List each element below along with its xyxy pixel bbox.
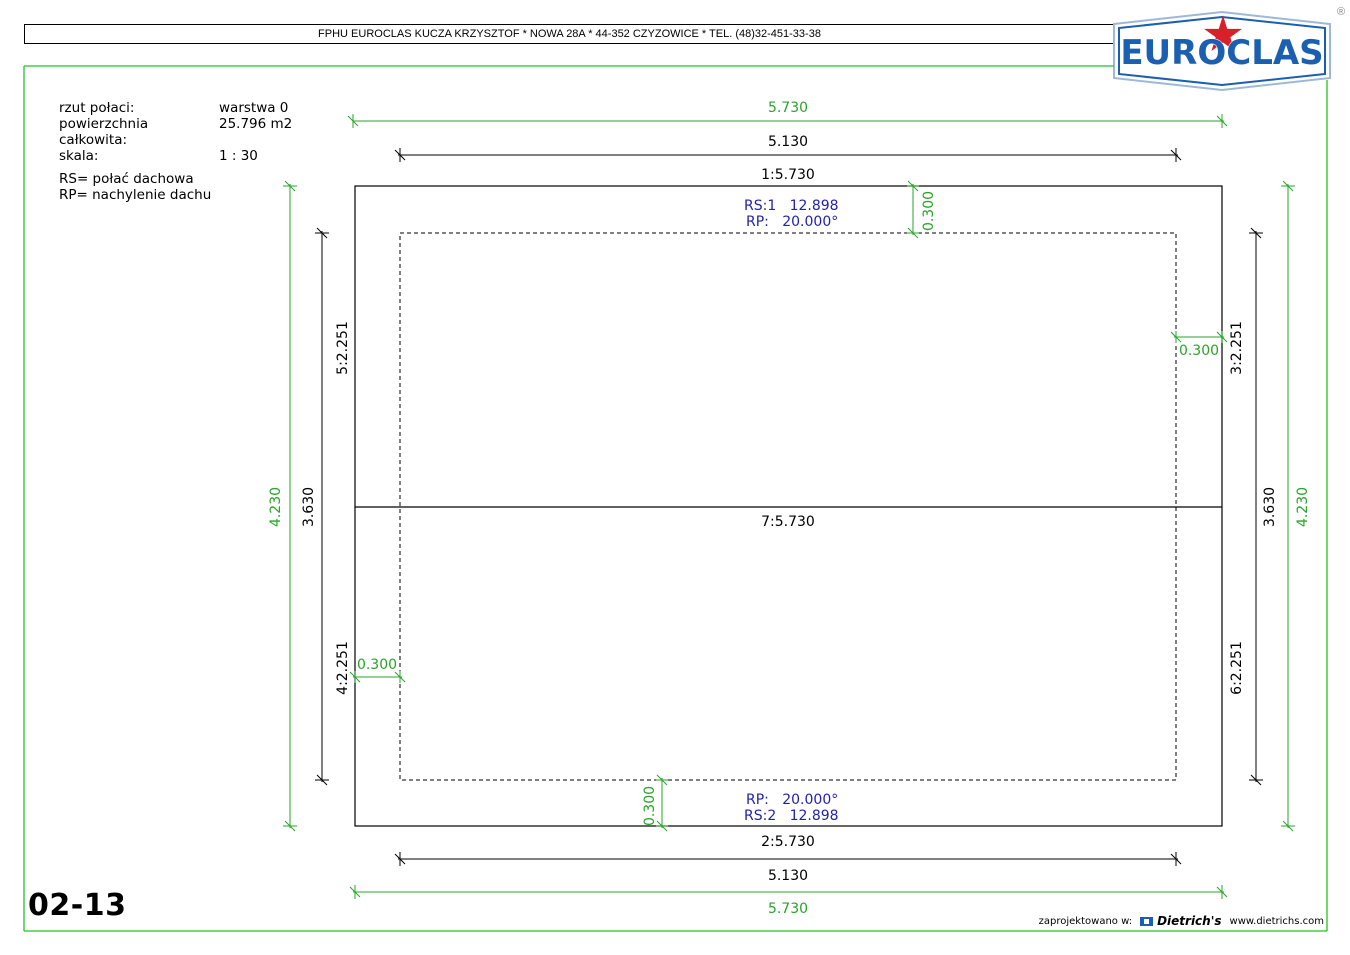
dim-right-inner-line xyxy=(1249,227,1263,786)
dim-bottom-inner-line xyxy=(394,852,1182,866)
dim-bottom-inner: 5.130 xyxy=(768,868,808,884)
roof-outline xyxy=(354,185,1223,827)
offset-left: 0.300 xyxy=(357,657,397,673)
dim-left-inner-line xyxy=(315,227,329,786)
dietrichs-logo-icon xyxy=(1140,916,1154,926)
dim-right-inner: 3.630 xyxy=(1262,487,1278,527)
dim-bottom-outer-line xyxy=(349,885,1228,899)
rp2-label: RP: 20.000° xyxy=(746,792,838,808)
offset-bottom: 0.300 xyxy=(642,786,658,826)
designed-with-label: zaprojektowano w: xyxy=(1038,915,1133,927)
offset-right-line xyxy=(1170,331,1228,343)
dim-bottom-outer: 5.730 xyxy=(768,901,808,917)
offset-right: 0.300 xyxy=(1179,343,1219,359)
rs1-label: RS:1 12.898 xyxy=(744,198,839,214)
edge-right-lower: 6:2.251 xyxy=(1229,641,1245,695)
dim-top-outer: 5.730 xyxy=(768,100,808,116)
dietrichs-brand-text: Dietrich's xyxy=(1157,914,1222,928)
dim-top-inner-line xyxy=(394,148,1182,162)
footer: zaprojektowano w: Dietrich's www.dietric… xyxy=(1039,914,1324,928)
roof-plan: 5.730 5.130 1:5.730 RS:1 12.898 RP: 20.0… xyxy=(23,65,1328,932)
sheet-frame xyxy=(23,65,1328,932)
dim-left-outer: 4.230 xyxy=(268,487,284,527)
dim-right-outer: 4.230 xyxy=(1295,487,1311,527)
drawing-sheet: FPHU EUROCLAS KUCZA KRZYSZTOF * NOWA 28A… xyxy=(0,0,1350,955)
offset-top-line xyxy=(907,180,919,239)
edge-right-upper: 3:2.251 xyxy=(1229,321,1245,375)
dim-left-inner: 3.630 xyxy=(301,487,317,527)
edge-left-upper: 5:2.251 xyxy=(335,321,351,375)
dietrichs-brand: Dietrich's xyxy=(1140,914,1222,928)
footer-url[interactable]: www.dietrichs.com xyxy=(1230,916,1324,927)
edge-top-label: 1:5.730 xyxy=(761,167,815,183)
edge-bottom-label: 2:5.730 xyxy=(761,834,815,850)
sheet-number: 02-13 xyxy=(28,888,127,923)
dim-top-outer-line xyxy=(347,114,1228,128)
dim-right-outer-line xyxy=(1281,180,1295,832)
rp1-label: RP: 20.000° xyxy=(746,214,838,230)
dim-left-outer-line xyxy=(283,180,297,832)
offset-top: 0.300 xyxy=(921,191,937,231)
dim-top-inner: 5.130 xyxy=(768,134,808,150)
ridge-label: 7:5.730 xyxy=(761,514,815,530)
edge-left-lower: 4:2.251 xyxy=(335,641,351,695)
rs2-label: RS:2 12.898 xyxy=(744,808,839,824)
